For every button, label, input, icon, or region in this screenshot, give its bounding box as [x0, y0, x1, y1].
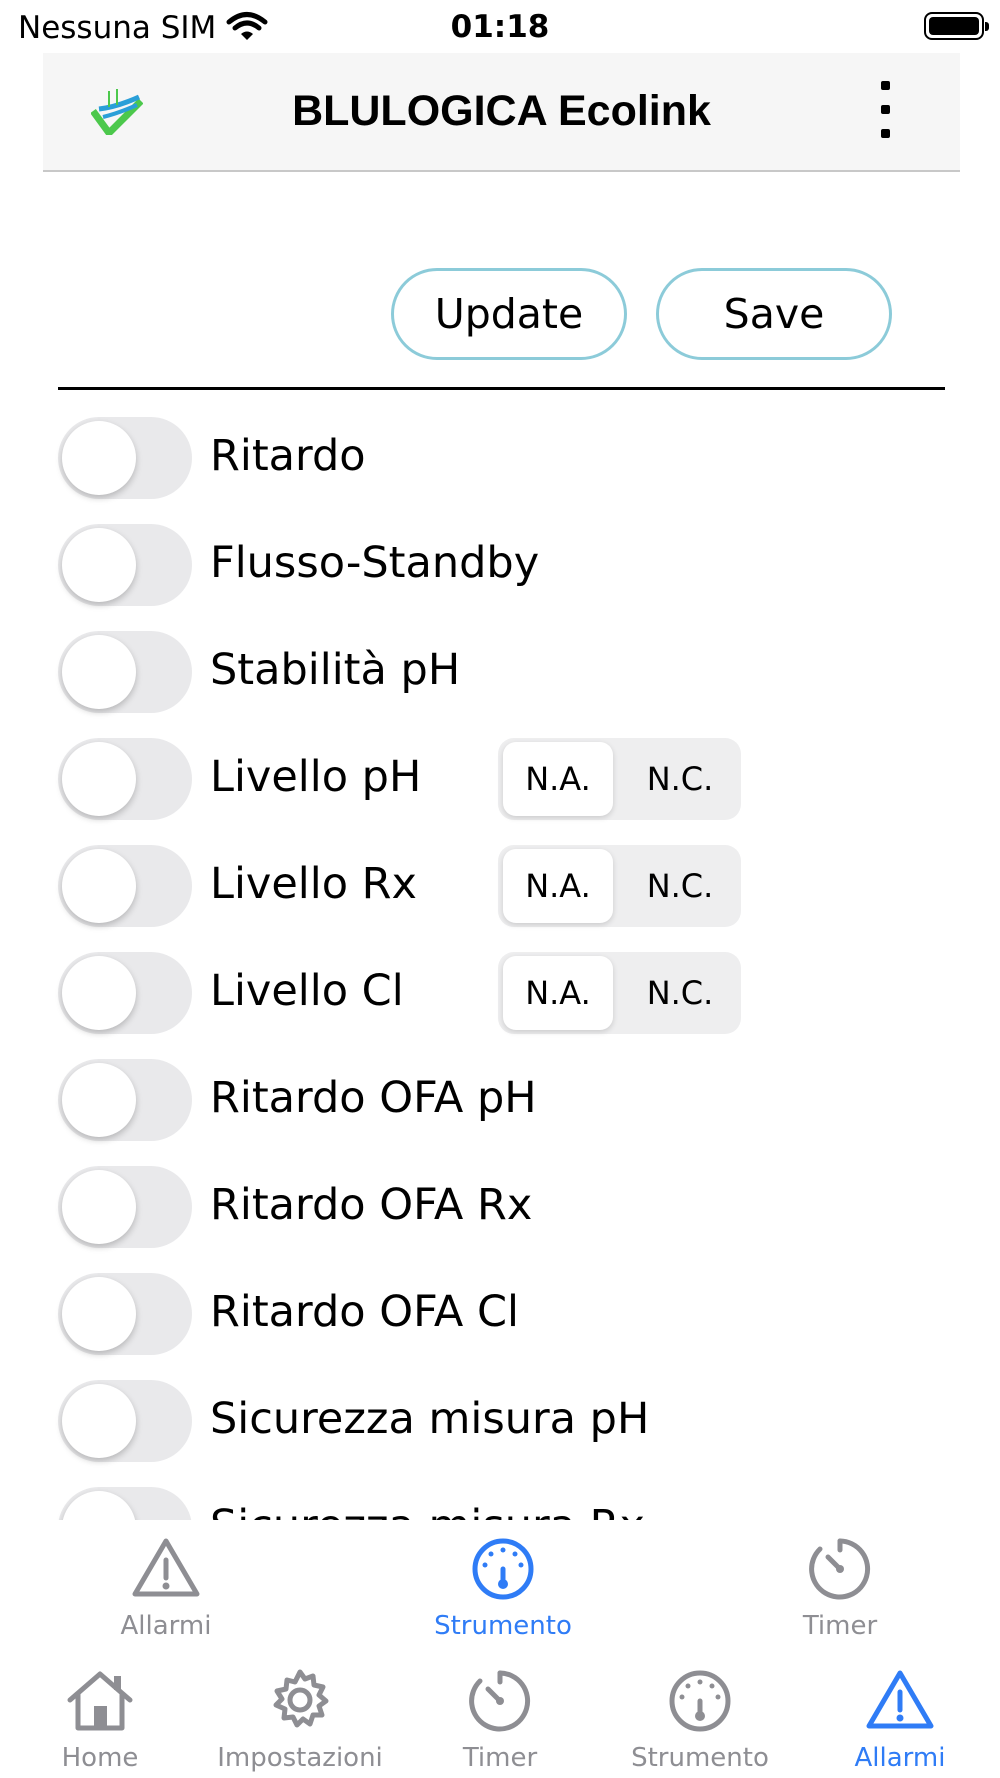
gauge-icon [667, 1670, 733, 1736]
segment-na[interactable]: N.A. [503, 742, 613, 816]
tab-label: Strumento [631, 1743, 769, 1773]
alarm-list[interactable]: Ritardo Flusso-Standby Stabilità pH Live… [0, 390, 1000, 1520]
segment-nc[interactable]: N.C. [625, 742, 735, 816]
segment-na[interactable]: N.A. [503, 849, 613, 923]
toggle-switch[interactable] [58, 631, 192, 713]
toggle-switch[interactable] [58, 1166, 192, 1248]
tab-timer[interactable]: Timer [740, 1536, 940, 1641]
tab-label: Timer [802, 1611, 878, 1641]
segment-na[interactable]: N.A. [503, 956, 613, 1030]
segment-nc[interactable]: N.C. [625, 849, 735, 923]
alarm-label: Flusso-Standby [210, 538, 540, 588]
alarm-row-livello-ph: Livello pH N.A. N.C. [58, 738, 958, 822]
tab-strumento[interactable]: Strumento [403, 1536, 603, 1641]
alarm-label: Livello pH [210, 752, 422, 802]
tab-timer[interactable]: Timer [405, 1668, 595, 1773]
alarm-label: Ritardo OFA Rx [210, 1180, 533, 1230]
alarm-label: Ritardo OFA pH [210, 1073, 537, 1123]
alarm-row-ritardo-ofa-rx: Ritardo OFA Rx [58, 1166, 958, 1250]
alarm-label: Sicurezza misura Rx [210, 1501, 645, 1520]
toggle-switch[interactable] [58, 1380, 192, 1462]
tab-label: Strumento [434, 1611, 572, 1641]
home-icon [64, 1671, 136, 1736]
alarm-row-sicurezza-misura-ph: Sicurezza misura pH [58, 1380, 958, 1464]
alarm-label: Livello Cl [210, 966, 404, 1016]
contact-type-segmented-control: N.A. N.C. [498, 952, 741, 1034]
gauge-icon [470, 1538, 536, 1604]
segment-nc[interactable]: N.C. [625, 956, 735, 1030]
timer-icon [807, 1538, 873, 1604]
tab-label: Home [61, 1743, 139, 1773]
toggle-switch[interactable] [58, 524, 192, 606]
alarm-row-livello-cl: Livello Cl N.A. N.C. [58, 952, 958, 1036]
tab-home[interactable]: Home [5, 1668, 195, 1773]
gear-icon [267, 1669, 333, 1736]
status-time: 01:18 [450, 9, 550, 45]
timer-icon [467, 1670, 533, 1736]
toggle-switch[interactable] [58, 952, 192, 1034]
app-header: BLULOGICA Ecolink [43, 53, 960, 172]
tab-allarmi[interactable]: Allarmi [805, 1668, 995, 1773]
alarm-label: Sicurezza misura pH [210, 1394, 650, 1444]
tab-label: Allarmi [120, 1611, 212, 1641]
alarm-row-ritardo-ofa-cl: Ritardo OFA Cl [58, 1273, 958, 1357]
main-tab-bar: Home Impostazioni Timer Strumento Allarm… [0, 1658, 1000, 1778]
alarm-row-livello-rx: Livello Rx N.A. N.C. [58, 845, 958, 929]
toggle-switch[interactable] [58, 1487, 192, 1520]
update-button[interactable]: Update [391, 268, 627, 360]
alarm-row-ritardo-ofa-ph: Ritardo OFA pH [58, 1059, 958, 1143]
tab-strumento[interactable]: Strumento [605, 1668, 795, 1773]
toggle-switch[interactable] [58, 1059, 192, 1141]
save-button[interactable]: Save [656, 268, 892, 360]
more-options-button[interactable] [873, 81, 897, 147]
contact-type-segmented-control: N.A. N.C. [498, 738, 741, 820]
tab-label: Allarmi [854, 1743, 946, 1773]
page-title: BLULOGICA Ecolink [292, 87, 711, 135]
alarm-row-stabilita-ph: Stabilità pH [58, 631, 958, 715]
tab-allarmi[interactable]: Allarmi [66, 1536, 266, 1641]
tab-label: Impostazioni [217, 1743, 383, 1773]
more-dots-icon [880, 81, 890, 90]
tab-impostazioni[interactable]: Impostazioni [205, 1668, 395, 1773]
contact-type-segmented-control: N.A. N.C. [498, 845, 741, 927]
alarm-row-sicurezza-misura-rx: Sicurezza misura Rx [58, 1487, 958, 1520]
toggle-switch[interactable] [58, 738, 192, 820]
alarm-label: Livello Rx [210, 859, 418, 909]
status-bar: Nessuna SIM 01:18 [0, 0, 1000, 54]
warning-icon [131, 1538, 201, 1604]
toggle-switch[interactable] [58, 845, 192, 927]
alarm-label: Ritardo OFA Cl [210, 1287, 519, 1337]
alarm-row-ritardo: Ritardo [58, 417, 958, 501]
battery-icon [924, 12, 989, 40]
toggle-switch[interactable] [58, 417, 192, 499]
sub-tab-bar: Allarmi Strumento Timer [0, 1520, 1000, 1658]
warning-icon [865, 1670, 935, 1736]
alarm-label: Stabilità pH [210, 645, 461, 695]
alarm-label: Ritardo [210, 431, 366, 481]
toggle-switch[interactable] [58, 1273, 192, 1355]
tab-label: Timer [462, 1743, 538, 1773]
alarm-row-flusso-standby: Flusso-Standby [58, 524, 958, 608]
